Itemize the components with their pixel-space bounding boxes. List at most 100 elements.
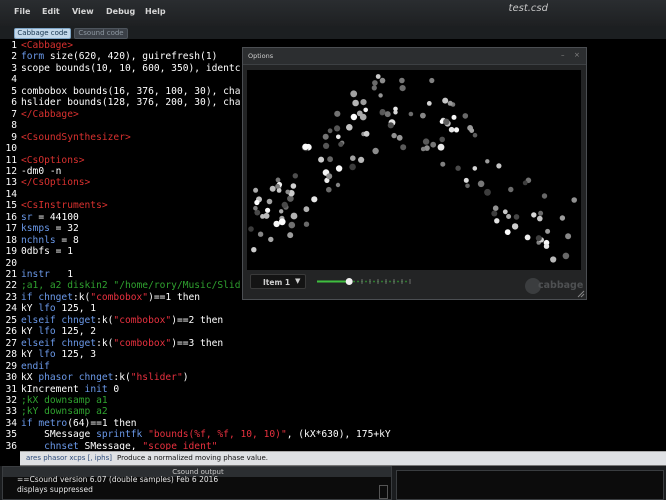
scope-dot xyxy=(422,138,430,145)
code-line: 36 chnset SMessage, "scope_ident" xyxy=(0,441,217,450)
scope-dot xyxy=(506,214,512,219)
scope-dot xyxy=(442,97,449,104)
line-number: 22 xyxy=(5,280,17,292)
scope-dot xyxy=(440,161,446,167)
line-number: 2 xyxy=(11,51,17,63)
plugin-titlebar[interactable]: Options – × xyxy=(243,48,586,65)
code-token: scope bounds(10, 10, 600, 350), identc xyxy=(21,62,241,74)
scope-dot xyxy=(356,110,363,117)
scope-dot xyxy=(358,156,365,163)
code-line: 28 kY lfo 125, 3 xyxy=(0,349,96,361)
scope-dot xyxy=(378,93,383,98)
opcode-hint-bar: ares phasor xcps [, iphs] Produce a norm… xyxy=(20,451,666,466)
plugin-window-title: Options xyxy=(248,52,274,60)
menu-edit[interactable]: Edit xyxy=(42,7,60,16)
scope-dot xyxy=(559,215,566,221)
line-number: 26 xyxy=(5,326,17,338)
code-line: 30 kX phasor chnget:k("hslider") xyxy=(0,372,189,384)
code-token: SMessage xyxy=(21,429,97,441)
combobox[interactable]: Item 1 ▼ xyxy=(250,274,306,289)
close-icon[interactable]: × xyxy=(574,51,580,59)
line-number: 15 xyxy=(5,200,17,212)
scope-dot xyxy=(335,182,341,188)
code-token: ) xyxy=(182,372,189,384)
code-token: 0dbfs = 1 xyxy=(21,246,73,258)
code-token: phasor chnget xyxy=(38,372,114,384)
scope-dot xyxy=(278,218,286,226)
line-number: 17 xyxy=(5,223,17,235)
scope-dot xyxy=(477,180,485,188)
code-line: 24 kY lfo 125, 1 xyxy=(0,303,96,315)
code-token: kIncrement xyxy=(21,383,85,395)
code-line: 13 </CsOptions> xyxy=(0,177,90,189)
tab-csound-code[interactable]: Csound code xyxy=(74,28,128,39)
menu-debug[interactable]: Debug xyxy=(106,7,135,16)
scope-dot xyxy=(265,207,271,213)
scope-dot xyxy=(303,206,310,213)
scope-dot xyxy=(276,188,282,193)
code-token: :k( xyxy=(96,314,114,326)
code-token: elseif chnget xyxy=(21,337,97,349)
line-number: 25 xyxy=(5,314,17,326)
scope-dot xyxy=(420,112,426,119)
scope-dot xyxy=(447,100,453,106)
plugin-window: Options – × Item 1 ▼ cabbage xyxy=(242,47,587,300)
scope-dot xyxy=(275,183,280,189)
scope-dot xyxy=(327,128,333,134)
scope-dot xyxy=(472,166,478,171)
code-token: ;kY downsamp a2 xyxy=(21,406,108,418)
code-token: "hslider" xyxy=(130,372,183,384)
code-token: <CsInstruments> xyxy=(21,200,108,212)
scope-dot xyxy=(336,134,341,140)
menu-help[interactable]: Help xyxy=(145,7,166,16)
menu-file[interactable]: File xyxy=(14,7,30,16)
line-number: 4 xyxy=(11,74,17,86)
scope-dot xyxy=(430,141,437,148)
code-token: "combobox" xyxy=(113,314,172,326)
scope-dot xyxy=(463,177,469,183)
code-line: 34 if metro(64)==1 then xyxy=(0,417,136,430)
output-scrollbar[interactable] xyxy=(379,485,388,499)
scope-dot xyxy=(318,156,325,163)
minimize-icon[interactable]: – xyxy=(561,51,565,59)
scope-dot xyxy=(462,113,469,119)
code-token: kX xyxy=(21,372,39,384)
code-token: <Cabbage> xyxy=(21,40,73,51)
code-token: 125, 2 xyxy=(55,326,97,338)
slider-thumb[interactable] xyxy=(345,278,353,285)
scope-dot xyxy=(350,90,358,98)
scope-dot xyxy=(408,111,414,117)
tab-cabbage-code[interactable]: Cabbage code xyxy=(14,28,71,39)
menu-view[interactable]: View xyxy=(72,7,94,16)
line-number: 34 xyxy=(5,417,17,429)
line-number: 31 xyxy=(5,383,17,395)
resize-grip-icon[interactable] xyxy=(576,289,585,298)
code-token: :k( xyxy=(96,337,114,349)
code-token: nchnls xyxy=(21,234,56,246)
scope-dot xyxy=(455,165,461,171)
scope-display xyxy=(247,70,581,270)
output-line: displays suppressed xyxy=(17,485,93,494)
scope-dot xyxy=(391,132,397,139)
code-token: 0 xyxy=(107,383,120,395)
scope-dot xyxy=(290,212,298,220)
horizontal-slider[interactable] xyxy=(317,274,423,289)
scope-dot xyxy=(253,205,258,211)
scope-dot xyxy=(349,163,356,171)
scope-dot xyxy=(251,247,257,253)
line-number: 29 xyxy=(5,360,17,372)
code-token: ;a1, a2 diskin2 "/home/rory/Music/Slid xyxy=(21,280,241,292)
scope-dot xyxy=(338,141,344,147)
csound-output-panel[interactable]: Csound output ==Csound version 6.07 (dou… xyxy=(2,466,392,500)
line-number: 19 xyxy=(5,246,17,258)
editor-tab-bar: Cabbage code Csound code xyxy=(0,26,666,39)
code-line: 20 xyxy=(0,258,21,270)
scope-dot xyxy=(363,107,368,113)
line-number: 33 xyxy=(5,406,17,418)
scope-dot xyxy=(352,99,359,107)
code-line: 32 ;kX downsamp a1 xyxy=(0,394,108,407)
scope-dot xyxy=(543,243,550,249)
code-token: ;kX downsamp a1 xyxy=(21,394,108,406)
code-token: "scope_ident" xyxy=(142,440,218,450)
